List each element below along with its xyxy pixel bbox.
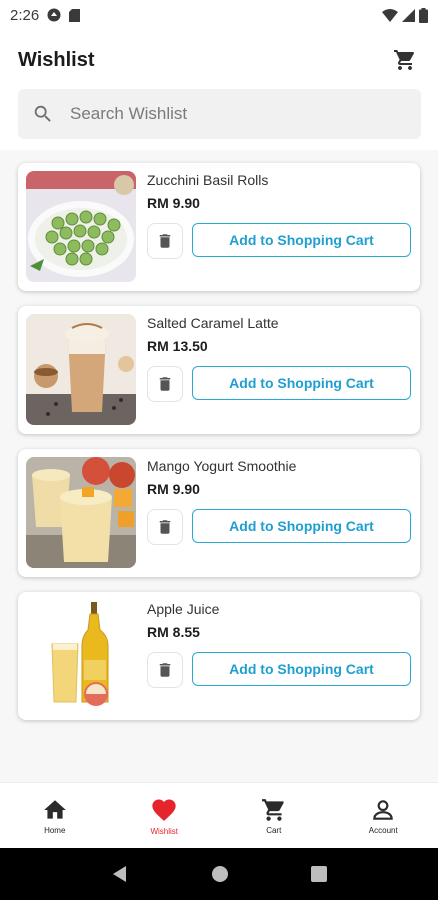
search-input[interactable] [70, 104, 390, 124]
page-title: Wishlist [18, 48, 95, 71]
delete-button[interactable] [147, 223, 183, 259]
search-bar[interactable] [18, 89, 421, 139]
zucchini-rolls-image [26, 171, 136, 282]
system-navigation-bar [0, 848, 438, 900]
item-price: RM 8.55 [147, 624, 200, 640]
item-name: Zucchini Basil Rolls [147, 172, 269, 188]
mango-smoothie-image [26, 457, 136, 568]
wishlist-item: Mango Yogurt Smoothie RM 9.90 Add to Sho… [18, 449, 420, 577]
item-price: RM 9.90 [147, 481, 200, 497]
nav-label: Account [368, 825, 398, 835]
nav-label: Cart [266, 825, 282, 835]
item-price: RM 9.90 [147, 195, 200, 211]
heart-icon [152, 799, 176, 821]
cart-button[interactable] [390, 45, 420, 75]
nav-home[interactable]: Home [0, 783, 110, 848]
add-to-cart-button[interactable]: Add to Shopping Cart [192, 223, 411, 257]
status-time: 2:26 [10, 6, 40, 24]
delete-button[interactable] [147, 509, 183, 545]
wifi-icon [382, 8, 398, 22]
trash-icon [159, 377, 171, 391]
add-to-cart-button[interactable]: Add to Shopping Cart [192, 366, 411, 400]
cart-icon [261, 798, 284, 821]
item-name: Apple Juice [147, 601, 220, 617]
wishlist-item: Salted Caramel Latte RM 13.50 Add to Sho… [18, 306, 420, 434]
nav-wishlist[interactable]: Wishlist [110, 783, 220, 848]
wishlist-list: Zucchini Basil Rolls RM 9.90 Add to Shop… [0, 150, 438, 782]
apple-juice-image [26, 600, 136, 711]
cart-icon [394, 50, 415, 70]
nav-label: Home [44, 825, 66, 835]
caramel-latte-image [26, 314, 136, 425]
app-bar: Wishlist [0, 32, 438, 88]
sd-card-icon [69, 8, 81, 22]
wishlist-item: Zucchini Basil Rolls RM 9.90 Add to Shop… [18, 163, 420, 291]
trash-icon [159, 520, 171, 534]
item-name: Mango Yogurt Smoothie [147, 458, 297, 474]
delete-button[interactable] [147, 366, 183, 402]
home-circle-icon[interactable] [211, 865, 229, 883]
add-to-cart-button[interactable]: Add to Shopping Cart [192, 652, 411, 686]
home-icon [43, 799, 66, 819]
nav-label: Wishlist [150, 826, 179, 836]
recents-icon[interactable] [311, 866, 327, 882]
signal-icon [402, 8, 415, 22]
wishlist-item: Apple Juice RM 8.55 Add to Shopping Cart [18, 592, 420, 720]
bottom-navigation: Home Wishlist Cart Account [0, 782, 438, 848]
delete-button[interactable] [147, 652, 183, 688]
trash-icon [159, 663, 171, 677]
status-bar: 2:26 [0, 0, 438, 30]
back-icon[interactable] [111, 865, 129, 883]
item-name: Salted Caramel Latte [147, 315, 279, 331]
nav-cart[interactable]: Cart [219, 783, 329, 848]
item-price: RM 13.50 [147, 338, 208, 354]
search-icon [34, 105, 51, 122]
account-icon [373, 799, 394, 820]
app-notification-icon [47, 8, 61, 22]
add-to-cart-button[interactable]: Add to Shopping Cart [192, 509, 411, 543]
nav-account[interactable]: Account [329, 783, 438, 848]
battery-icon [419, 7, 428, 23]
trash-icon [159, 234, 171, 248]
